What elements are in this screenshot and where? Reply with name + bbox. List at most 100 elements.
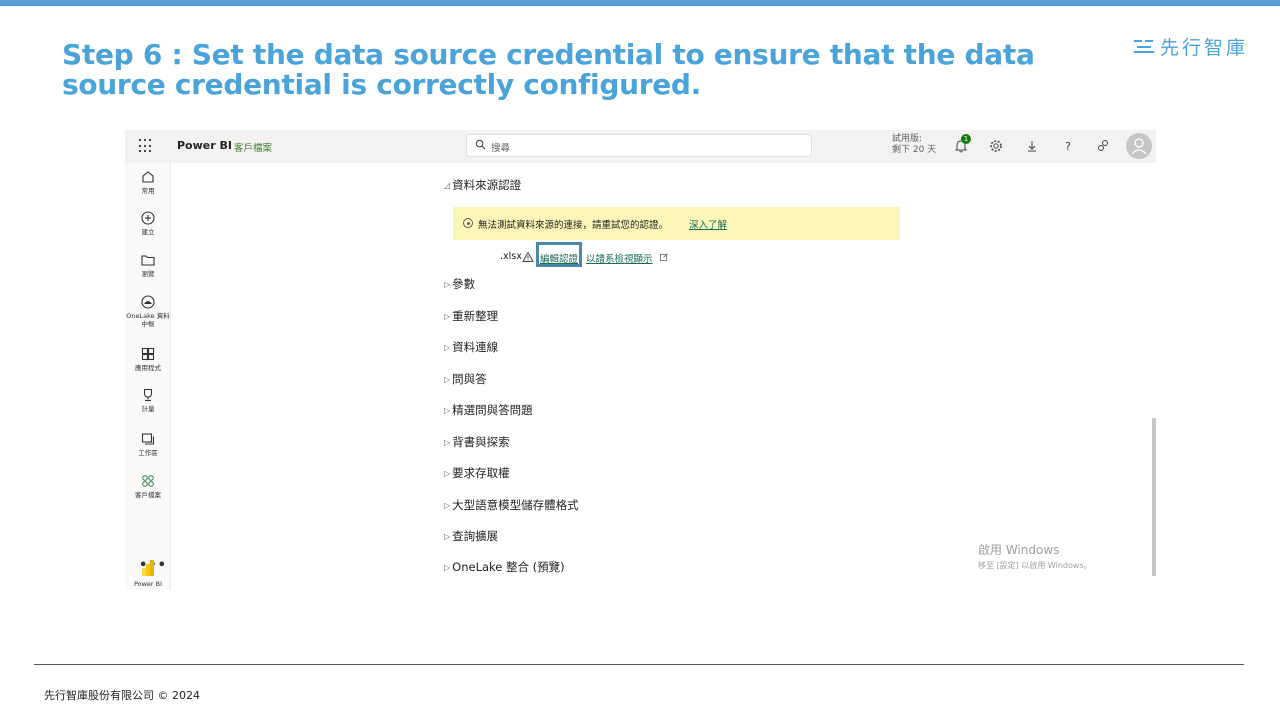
section-refresh[interactable]: ▷ 重新整理 — [444, 308, 498, 324]
onelake-icon — [141, 295, 155, 309]
expand-arrow-icon: ▷ — [444, 563, 451, 572]
section-onelake-integration[interactable]: ▷ OneLake 整合 (預覽) — [444, 559, 565, 575]
nav-item-customer-files[interactable]: 客戶檔案 — [125, 473, 171, 499]
collapse-arrow-icon: ◿ — [444, 181, 451, 190]
workspace-people-icon — [142, 475, 154, 487]
nav-item-apps[interactable]: 應用程式 — [125, 346, 171, 372]
show-in-lineage-link[interactable]: 以譜系檢視顯示 — [586, 251, 653, 265]
section-label: 查詢擴展 — [452, 529, 499, 543]
expand-arrow-icon: ▷ — [444, 343, 451, 352]
search-icon — [475, 139, 486, 150]
nav-label: 建立 — [141, 228, 155, 236]
windows-activation-hint: 移至 [設定] 以啟用 Windows。 — [978, 561, 1092, 570]
footer-copyright: 先行智庫股份有限公司 © 2024 — [44, 689, 200, 702]
apps-icon — [141, 347, 155, 361]
nav-item-browse[interactable]: 瀏覽 — [125, 252, 171, 278]
left-nav: 常用 建立 瀏覽 OneLake 資料中樞 應用程式 計量 工作區 客戶檔案 P… — [125, 163, 171, 590]
external-link-icon — [660, 253, 668, 261]
share-icon[interactable] — [1095, 138, 1111, 154]
nav-label: Power BI — [133, 580, 163, 588]
plus-circle-icon — [141, 211, 155, 225]
workspace-icon — [141, 433, 155, 445]
powerbi-screenshot: Power BI 客戶檔案 搜尋 試用版: 剩下 20 天 1 ? 常用 建立 … — [125, 130, 1156, 590]
scrollbar[interactable] — [1152, 418, 1156, 576]
nav-label: 計量 — [141, 405, 155, 413]
notification-badge: 1 — [961, 134, 971, 144]
nav-label: 常用 — [141, 187, 155, 195]
top-accent-bar — [0, 0, 1280, 6]
windows-activation-watermark: 啟用 Windows 移至 [設定] 以啟用 Windows。 — [978, 541, 1092, 571]
expand-arrow-icon: ▷ — [444, 375, 451, 384]
section-data-source-credentials[interactable]: ◿ 資料來源認證 — [444, 177, 521, 193]
logo-text: 先行智庫 — [1160, 36, 1249, 59]
section-label: 要求存取權 — [452, 466, 510, 480]
trophy-icon — [143, 388, 153, 402]
trial-status[interactable]: 試用版: 剩下 20 天 — [892, 134, 936, 156]
nav-label: OneLake 資料中樞 — [126, 312, 170, 328]
section-label: 問與答 — [452, 372, 487, 386]
trial-label: 試用版: — [892, 134, 923, 144]
nav-item-create[interactable]: 建立 — [125, 210, 171, 236]
company-logo: 先行智庫 — [1134, 32, 1248, 60]
section-label: 資料連線 — [452, 340, 499, 354]
slide-title: Step 6 : Set the data source credential … — [62, 38, 1035, 101]
search-box[interactable]: 搜尋 — [466, 134, 812, 157]
nav-item-workspaces[interactable]: 工作區 — [125, 431, 171, 457]
file-extension: .xlsx — [500, 251, 522, 262]
section-qna[interactable]: ▷ 問與答 — [444, 371, 487, 387]
trial-days: 剩下 20 天 — [892, 145, 937, 155]
app-launcher-icon[interactable] — [139, 139, 153, 153]
avatar-icon — [1131, 138, 1147, 155]
expand-arrow-icon: ▷ — [444, 280, 451, 289]
section-label: 精選問與答問題 — [452, 403, 533, 417]
footer-divider — [34, 664, 1244, 665]
gear-icon[interactable] — [988, 138, 1004, 154]
avatar[interactable] — [1126, 133, 1152, 159]
section-label: OneLake 整合 (預覽) — [452, 560, 565, 574]
warning-text: 無法測試資料來源的連接，請重試您的認證。 — [478, 220, 669, 231]
expand-arrow-icon: ▷ — [444, 532, 451, 541]
section-label: 資料來源認證 — [452, 178, 522, 192]
windows-activation-title: 啟用 Windows — [978, 543, 1060, 557]
svg-text:?: ? — [1065, 140, 1071, 153]
section-label: 參數 — [452, 277, 476, 291]
download-icon[interactable] — [1024, 138, 1040, 154]
section-label: 背書與探索 — [452, 435, 510, 449]
nav-label: 應用程式 — [135, 364, 161, 372]
nav-item-onelake[interactable]: OneLake 資料中樞 — [125, 294, 171, 328]
home-icon — [142, 171, 154, 183]
warning-triangle-icon — [522, 251, 534, 262]
expand-arrow-icon: ▷ — [444, 438, 451, 447]
powerbi-header: Power BI 客戶檔案 搜尋 試用版: 剩下 20 天 1 ? — [125, 130, 1156, 163]
nav-label: 瀏覽 — [141, 270, 155, 278]
section-featured-qna[interactable]: ▷ 精選問與答問題 — [444, 402, 533, 418]
expand-arrow-icon: ▷ — [444, 406, 451, 415]
section-large-model-storage[interactable]: ▷ 大型語意模型儲存體格式 — [444, 497, 579, 513]
section-request-access[interactable]: ▷ 要求存取權 — [444, 465, 510, 481]
edit-credentials-highlight — [536, 242, 582, 267]
nav-item-metrics[interactable]: 計量 — [125, 387, 171, 413]
learn-more-link[interactable]: 深入了解 — [689, 217, 727, 231]
nav-label: 工作區 — [138, 449, 158, 457]
warning-banner: 無法測試資料來源的連接，請重試您的認證。 深入了解 — [453, 207, 900, 240]
help-icon[interactable]: ? — [1060, 138, 1076, 154]
section-query-scale-out[interactable]: ▷ 查詢擴展 — [444, 528, 498, 544]
error-circle-icon — [463, 218, 473, 228]
nav-label: 客戶檔案 — [135, 491, 161, 499]
brand-name[interactable]: Power BI — [177, 139, 232, 152]
expand-arrow-icon: ▷ — [444, 469, 451, 478]
settings-content: ◿ 資料來源認證 無法測試資料來源的連接，請重試您的認證。 深入了解 .xlsx … — [172, 163, 1156, 590]
folder-icon — [141, 255, 155, 266]
section-endorsement[interactable]: ▷ 背書與探索 — [444, 434, 510, 450]
search-placeholder: 搜尋 — [491, 143, 511, 154]
logo-mark-icon — [1134, 38, 1154, 54]
nav-item-home[interactable]: 常用 — [125, 169, 171, 195]
expand-arrow-icon: ▷ — [444, 501, 451, 510]
section-parameters[interactable]: ▷ 參數 — [444, 276, 475, 292]
section-data-connection[interactable]: ▷ 資料連線 — [444, 339, 498, 355]
section-label: 重新整理 — [452, 309, 499, 323]
powerbi-logo-icon — [142, 560, 154, 576]
workspace-name[interactable]: 客戶檔案 — [234, 140, 272, 154]
nav-item-powerbi[interactable]: Power BI — [125, 558, 171, 588]
section-label: 大型語意模型儲存體格式 — [452, 498, 579, 512]
